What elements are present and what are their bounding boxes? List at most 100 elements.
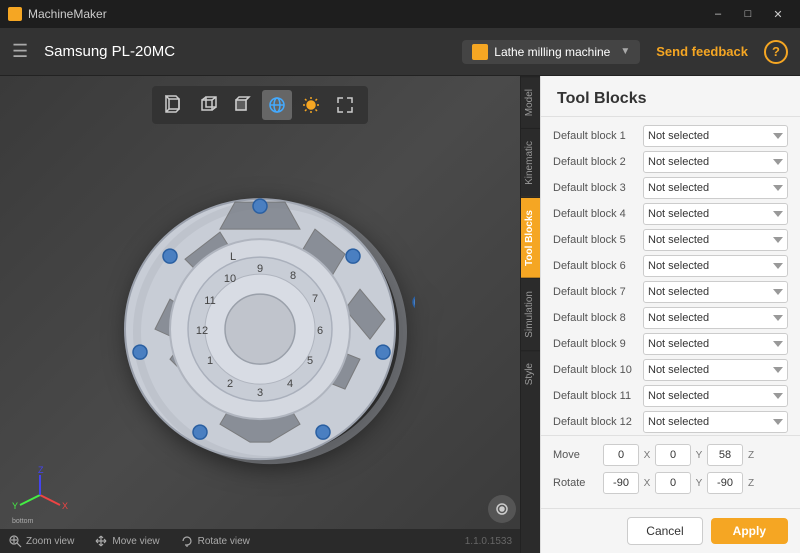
app-title: Samsung PL-20MC — [44, 43, 446, 60]
tool-block-row: Default block 2Not selected — [553, 151, 788, 173]
rotate-coords: X Y Z — [603, 472, 788, 494]
tab-simulation[interactable]: Simulation — [521, 278, 540, 350]
move-view-mode[interactable]: Move view — [94, 534, 159, 548]
tab-model[interactable]: Model — [521, 76, 540, 128]
svg-text:5: 5 — [307, 355, 313, 367]
move-label-text: Move — [553, 449, 603, 461]
tool-block-row: Default block 12Not selected — [553, 411, 788, 433]
send-feedback-link[interactable]: Send feedback — [656, 44, 748, 59]
tool-block-row: Default block 5Not selected — [553, 229, 788, 251]
titlebar: MachineMaker – □ ✕ — [0, 0, 800, 28]
svg-text:1: 1 — [207, 355, 213, 367]
block-select-8[interactable]: Not selected — [643, 307, 788, 329]
rotate-label-text: Rotate — [553, 477, 603, 489]
help-button[interactable]: ? — [764, 40, 788, 64]
highlight-button[interactable] — [296, 90, 326, 120]
move-z-input[interactable] — [707, 444, 743, 466]
tab-tool-blocks[interactable]: Tool Blocks — [521, 197, 540, 278]
block-select-6[interactable]: Not selected — [643, 255, 788, 277]
maximize-button[interactable]: □ — [734, 0, 762, 28]
svg-text:11: 11 — [204, 295, 215, 307]
view-toolbar — [152, 86, 368, 124]
apply-button[interactable]: Apply — [711, 518, 788, 544]
move-label: Move view — [112, 536, 159, 547]
move-x-label: X — [642, 450, 652, 461]
transform-section: Move X Y Z Rotate X Y Z — [541, 435, 800, 508]
zoom-view-mode[interactable]: Zoom view — [8, 534, 74, 548]
close-button[interactable]: ✕ — [764, 0, 792, 28]
block-select-12[interactable]: Not selected — [643, 411, 788, 433]
move-y-label: Y — [694, 450, 704, 461]
move-y-input[interactable] — [655, 444, 691, 466]
app-name: MachineMaker — [28, 7, 107, 21]
rotate-z-label: Z — [746, 478, 756, 489]
block-select-9[interactable]: Not selected — [643, 333, 788, 355]
panel-footer: Cancel Apply — [541, 508, 800, 553]
svg-text:2: 2 — [227, 378, 233, 390]
block-select-2[interactable]: Not selected — [643, 151, 788, 173]
viewport-footer: Zoom view Move view Rotate view — [0, 529, 520, 553]
svg-text:bottom: bottom — [12, 518, 34, 525]
move-x-input[interactable] — [603, 444, 639, 466]
version-label: 1.1.0.1533 — [465, 536, 512, 547]
svg-text:3: 3 — [257, 387, 263, 399]
orientation-gizmo: X Y Z bottom front — [10, 465, 70, 525]
block-label-8: Default block 8 — [553, 312, 643, 324]
cancel-button[interactable]: Cancel — [627, 517, 702, 545]
tool-block-row: Default block 4Not selected — [553, 203, 788, 225]
block-select-5[interactable]: Not selected — [643, 229, 788, 251]
block-select-4[interactable]: Not selected — [643, 203, 788, 225]
tool-block-row: Default block 8Not selected — [553, 307, 788, 329]
panel-content: Default block 1Not selectedDefault block… — [541, 117, 800, 435]
zoom-label: Zoom view — [26, 536, 74, 547]
tab-kinematic[interactable]: Kinematic — [521, 128, 540, 197]
block-label-7: Default block 7 — [553, 286, 643, 298]
titlebar-left: MachineMaker — [8, 7, 107, 21]
svg-text:9: 9 — [257, 263, 263, 275]
svg-text:8: 8 — [290, 270, 296, 282]
svg-text:Y: Y — [12, 501, 18, 511]
tab-rail: Model Kinematic Tool Blocks Simulation S… — [520, 76, 540, 553]
panel-title: Tool Blocks — [541, 76, 800, 117]
main-layout: 9 8 7 6 5 4 3 2 1 12 11 10 L X — [0, 76, 800, 553]
titlebar-controls: – □ ✕ — [704, 0, 792, 28]
tool-block-row: Default block 11Not selected — [553, 385, 788, 407]
machine-type-label: Lathe milling machine — [494, 45, 610, 59]
fit-view-button[interactable] — [330, 90, 360, 120]
machine-selector[interactable]: Lathe milling machine ▼ — [462, 40, 640, 64]
svg-text:L: L — [230, 251, 236, 263]
menu-icon[interactable]: ☰ — [12, 41, 28, 62]
block-label-9: Default block 9 — [553, 338, 643, 350]
rotate-view-mode[interactable]: Rotate view — [180, 534, 250, 548]
tool-block-row: Default block 7Not selected — [553, 281, 788, 303]
tool-block-row: Default block 10Not selected — [553, 359, 788, 381]
block-label-11: Default block 11 — [553, 390, 643, 402]
block-select-11[interactable]: Not selected — [643, 385, 788, 407]
tool-block-row: Default block 1Not selected — [553, 125, 788, 147]
block-select-3[interactable]: Not selected — [643, 177, 788, 199]
block-select-7[interactable]: Not selected — [643, 281, 788, 303]
perspective-view-button[interactable] — [160, 90, 190, 120]
svg-text:12: 12 — [196, 325, 208, 337]
block-select-10[interactable]: Not selected — [643, 359, 788, 381]
viewport[interactable]: 9 8 7 6 5 4 3 2 1 12 11 10 L X — [0, 76, 520, 553]
machine-icon — [472, 44, 488, 60]
svg-text:7: 7 — [312, 293, 318, 305]
rotate-view-button[interactable] — [262, 90, 292, 120]
right-panel: Tool Blocks Default block 1Not selectedD… — [540, 76, 800, 553]
top-view-button[interactable] — [228, 90, 258, 120]
rotate-y-input[interactable] — [655, 472, 691, 494]
minimize-button[interactable]: – — [704, 0, 732, 28]
block-select-1[interactable]: Not selected — [643, 125, 788, 147]
tab-style[interactable]: Style — [521, 350, 540, 397]
svg-text:6: 6 — [317, 325, 323, 337]
tool-block-row: Default block 6Not selected — [553, 255, 788, 277]
front-view-button[interactable] — [194, 90, 224, 120]
rotate-z-input[interactable] — [707, 472, 743, 494]
svg-text:10: 10 — [224, 273, 236, 285]
block-label-10: Default block 10 — [553, 364, 643, 376]
rotate-x-input[interactable] — [603, 472, 639, 494]
block-label-1: Default block 1 — [553, 130, 643, 142]
move-z-label: Z — [746, 450, 756, 461]
camera-widget[interactable] — [488, 495, 516, 523]
